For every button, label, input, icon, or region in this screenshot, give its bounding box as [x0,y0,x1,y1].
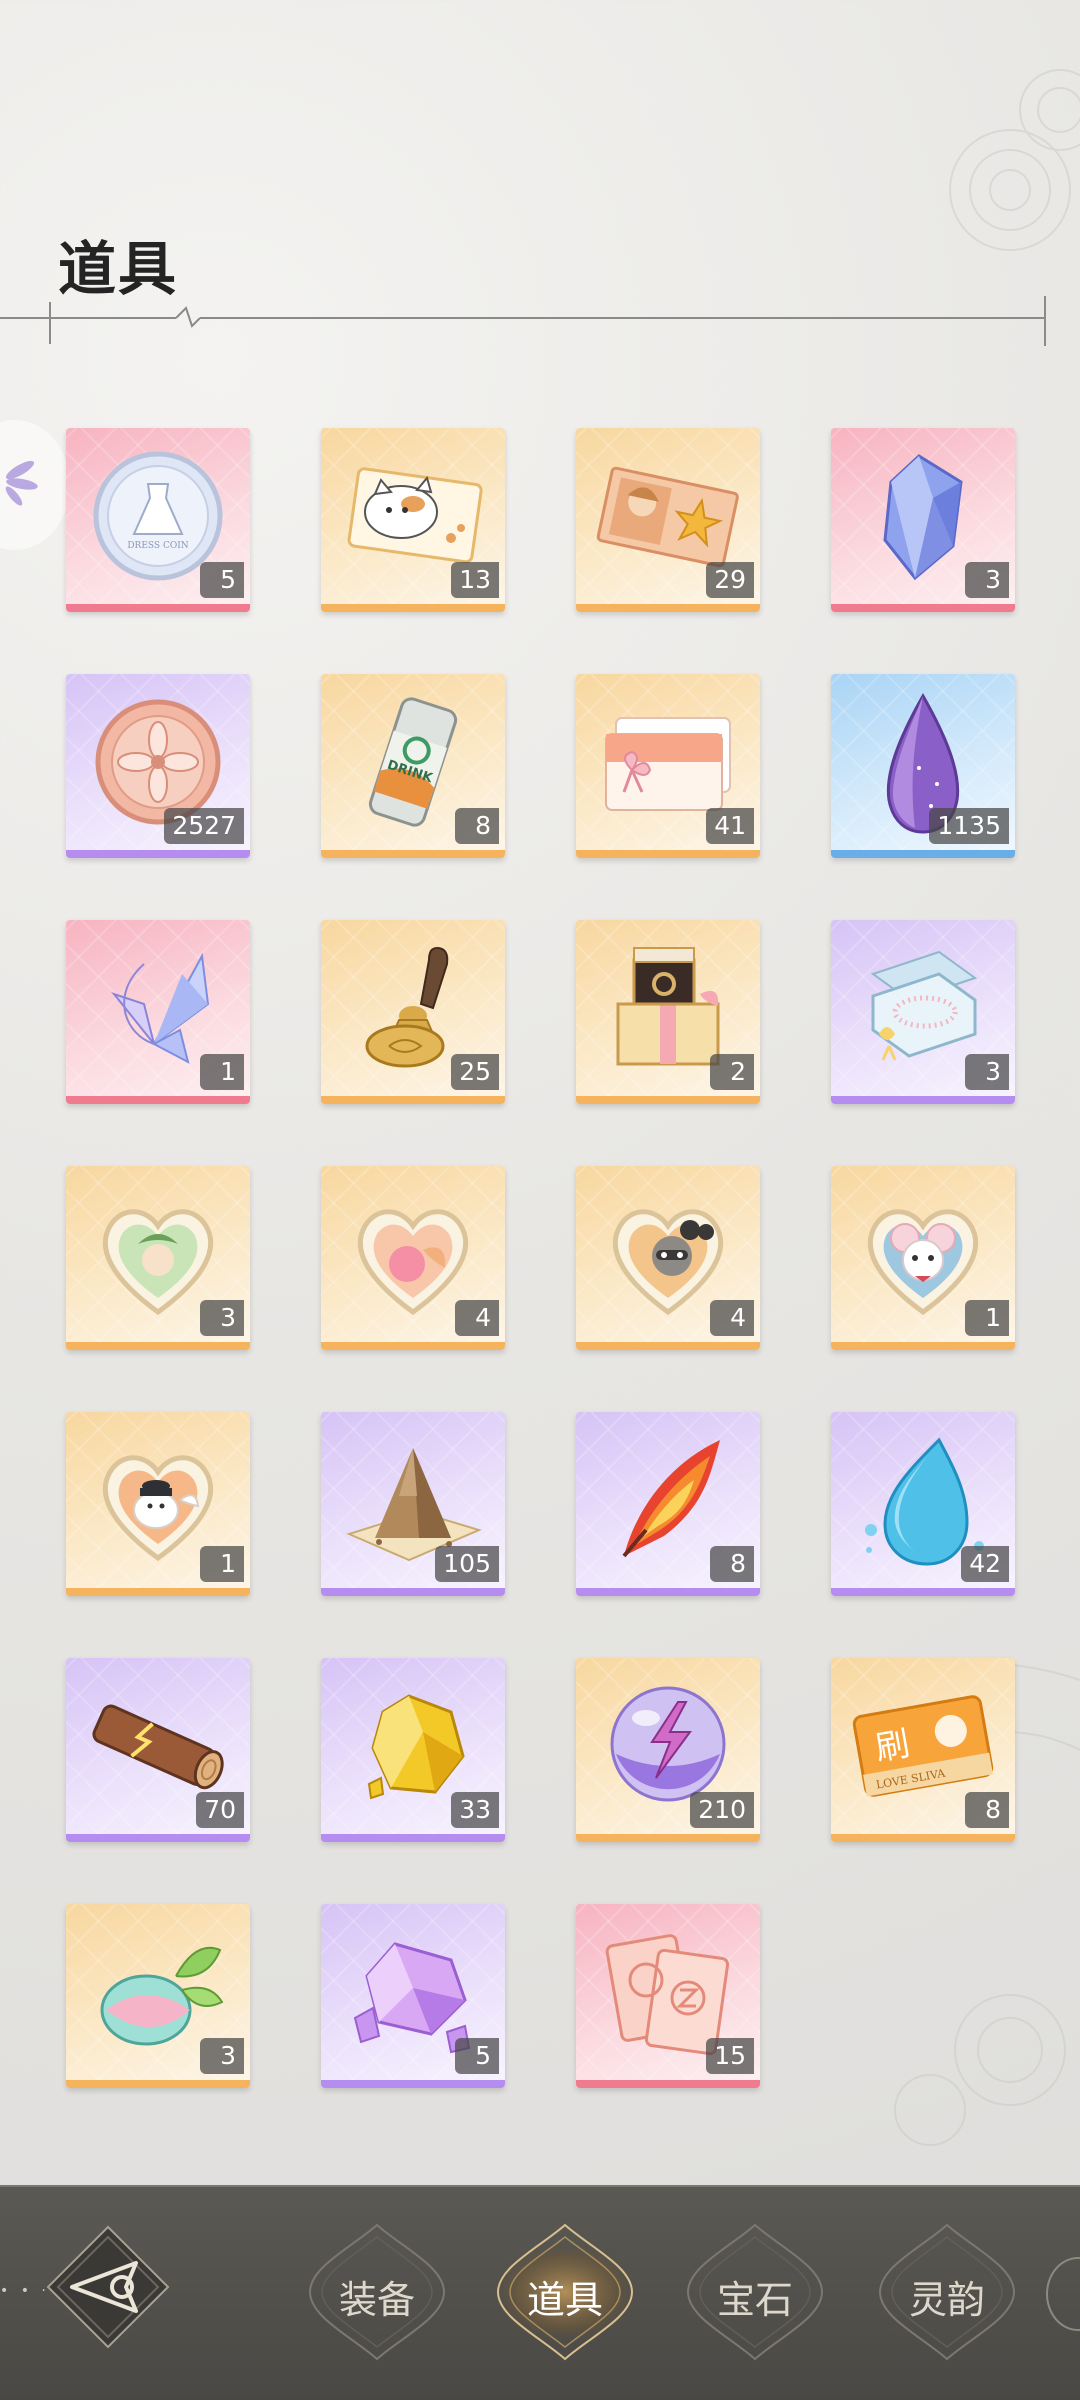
item-slot[interactable]: 5 [321,1904,505,2088]
quality-bar [831,850,1015,858]
quality-bar [321,1342,505,1350]
item-count: 4 [455,1300,499,1336]
item-slot[interactable]: 1 [831,1166,1015,1350]
item-slot[interactable]: 刷 LOVE SLIVA 8 [831,1658,1015,1842]
item-count: 1 [200,1546,244,1582]
quality-bar [831,1096,1015,1104]
quality-bar [66,1342,250,1350]
item-slot[interactable]: 15 [576,1904,760,2088]
item-count: 5 [200,562,244,598]
item-count: 3 [200,2038,244,2074]
item-count: 8 [455,808,499,844]
quality-bar [831,1588,1015,1596]
quality-bar [576,1096,760,1104]
quality-bar [576,604,760,612]
tab-label: 道具 [526,2278,603,2322]
quality-bar [66,1096,250,1104]
item-count: 5 [455,2038,499,2074]
tab-label: 灵韵 [908,2278,985,2322]
tab-label: 宝石 [716,2278,793,2322]
item-slot[interactable]: DRESS COIN 5 [66,428,250,612]
item-slot[interactable]: 3 [831,920,1015,1104]
quality-bar [576,1834,760,1842]
quality-bar [321,1096,505,1104]
quality-bar [321,1588,505,1596]
item-slot[interactable]: 70 [66,1658,250,1842]
item-slot[interactable]: 1135 [831,674,1015,858]
item-count: 3 [965,1054,1009,1090]
svg-text:刷: 刷 [872,1724,912,1769]
item-slot[interactable]: 8 [576,1412,760,1596]
item-count: 41 [706,808,754,844]
item-count: 42 [961,1546,1009,1582]
quality-bar [831,604,1015,612]
bottom-tab-bar: • • · 装备 道具 宝石 灵韵 [0,2185,1080,2400]
item-slot[interactable]: DRINK 8 [321,674,505,858]
svg-text:DRESS COIN: DRESS COIN [127,541,188,551]
item-count: 70 [196,1792,244,1828]
item-slot[interactable]: 29 [576,428,760,612]
item-count: 2527 [164,808,244,844]
item-slot[interactable]: 4 [576,1166,760,1350]
page-title: 道具 [58,235,179,303]
item-slot[interactable]: 4 [321,1166,505,1350]
tab-spirit[interactable]: 灵韵 [872,2217,1022,2367]
quality-bar [831,1342,1015,1350]
quality-bar [321,2080,505,2088]
title-divider [0,296,1046,346]
item-slot[interactable]: 3 [831,428,1015,612]
quality-bar [576,850,760,858]
quality-bar [576,1588,760,1596]
tab-gems[interactable]: 宝石 [680,2217,830,2367]
item-count: 29 [706,562,754,598]
item-count: 4 [710,1300,754,1336]
item-count: 105 [435,1546,499,1582]
quality-bar [576,1342,760,1350]
item-slot[interactable]: 3 [66,1166,250,1350]
item-slot[interactable]: 13 [321,428,505,612]
item-grid: DRESS COIN 5 13 29 3 2527 DRINK 8 41 113… [66,428,1015,2088]
quality-bar [321,604,505,612]
next-tab-edge[interactable] [1046,2257,1080,2331]
side-flower-decoration [0,420,70,550]
item-count: 13 [451,562,499,598]
quality-bar [831,1834,1015,1842]
quality-bar [66,1834,250,1842]
item-slot[interactable]: 3 [66,1904,250,2088]
quality-bar [321,1834,505,1842]
item-count: 1135 [929,808,1009,844]
quality-bar [66,850,250,858]
item-count: 1 [200,1054,244,1090]
quality-bar [321,850,505,858]
quality-bar [66,2080,250,2088]
quality-bar [66,1588,250,1596]
item-slot[interactable]: 41 [576,674,760,858]
item-slot[interactable]: 2527 [66,674,250,858]
decorative-dots: • • · [0,2283,50,2299]
item-slot[interactable]: 2 [576,920,760,1104]
tab-items[interactable]: 道具 [490,2217,640,2367]
item-slot[interactable]: 105 [321,1412,505,1596]
item-count: 25 [451,1054,499,1090]
item-count: 8 [710,1546,754,1582]
item-slot[interactable]: 33 [321,1658,505,1842]
item-count: 3 [200,1300,244,1336]
quality-bar [576,2080,760,2088]
item-count: 33 [451,1792,499,1828]
quality-bar [66,604,250,612]
item-slot[interactable]: 25 [321,920,505,1104]
item-count: 210 [690,1792,754,1828]
back-button[interactable] [44,2223,172,2351]
item-slot[interactable]: 1 [66,920,250,1104]
item-count: 2 [710,1054,754,1090]
item-count: 1 [965,1300,1009,1336]
item-slot[interactable]: 42 [831,1412,1015,1596]
tab-label: 装备 [338,2278,415,2322]
item-slot[interactable]: 1 [66,1412,250,1596]
item-count: 8 [965,1792,1009,1828]
item-count: 15 [706,2038,754,2074]
item-slot[interactable]: 210 [576,1658,760,1842]
tab-equipment[interactable]: 装备 [302,2217,452,2367]
item-count: 3 [965,562,1009,598]
